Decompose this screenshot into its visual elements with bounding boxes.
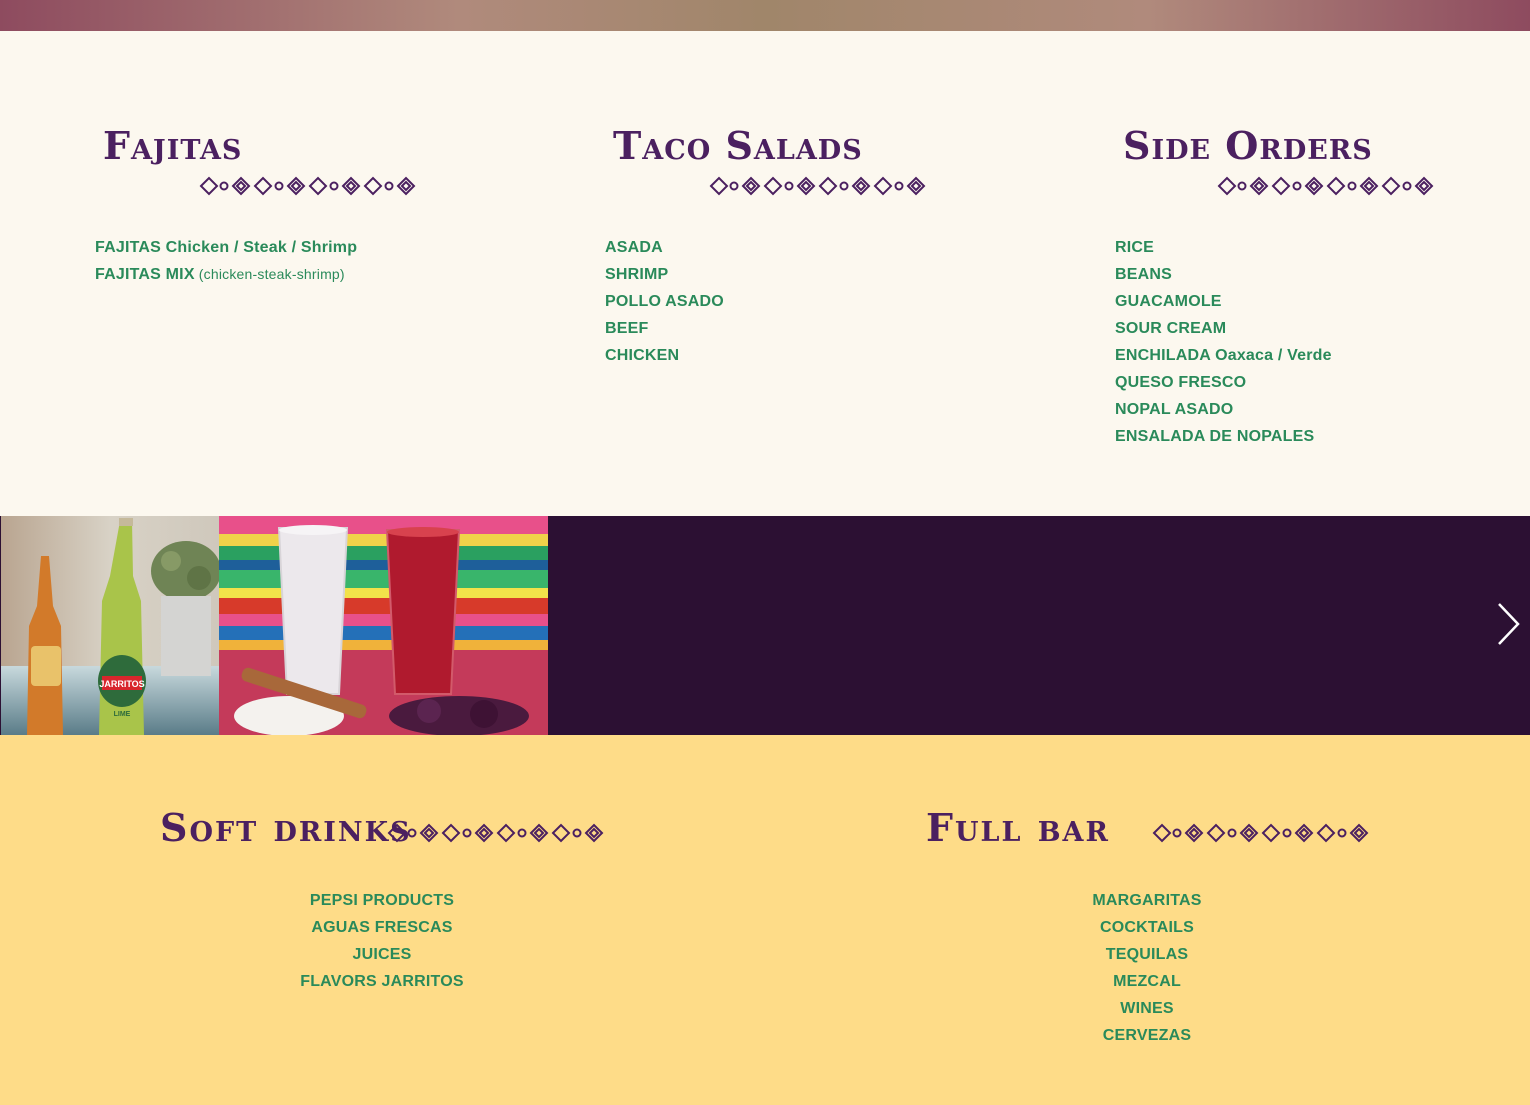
taco-salads-title: Taco Salads — [613, 123, 863, 168]
list-item: ENSALADA DE NOPALES — [1115, 428, 1315, 445]
list-item: ENCHILADA Oaxaca / Verde — [1115, 347, 1332, 364]
list-item: COCKTAILS — [1100, 919, 1194, 936]
list-item: PEPSI PRODUCTS — [309, 892, 455, 909]
list-item: FAJITAS Chicken / Steak / Shrimp — [95, 239, 358, 256]
chevron-right-icon[interactable] — [1496, 602, 1522, 646]
list-item: JUICES — [352, 946, 412, 963]
menu-section: Fajitas FAJITAS Chicken / Steak / Shrimp… — [0, 31, 1530, 516]
taco-salads-list: ASADA SHRIMP POLLO ASADO BEEF CHICKEN — [605, 234, 724, 369]
list-item: GUACAMOLE — [1115, 293, 1222, 310]
diamond-ornament-icon — [387, 823, 604, 843]
lime-label: LIME — [114, 711, 131, 718]
jarritos-photo[interactable]: JARRITOS LIME — [1, 516, 219, 735]
diamond-ornament-icon — [1152, 823, 1369, 843]
aguas-frescas-photo[interactable] — [219, 516, 548, 735]
list-item: QUESO FRESCO — [1115, 374, 1247, 391]
list-item: FAJITAS MIX (chicken-steak-shrimp) — [95, 266, 345, 283]
soft-drinks-list: PEPSI PRODUCTS AGUAS FRESCAS JUICES FLAV… — [282, 887, 482, 995]
list-item: BEANS — [1115, 266, 1173, 283]
list-item: TEQUILAS — [1105, 946, 1189, 963]
diamond-ornament-icon — [199, 176, 416, 196]
jarritos-label: JARRITOS — [99, 679, 144, 689]
photo-gallery: JARRITOS LIME — [0, 516, 1530, 735]
list-item: FLAVORS JARRITOS — [300, 973, 464, 990]
list-item: MEZCAL — [1113, 973, 1181, 990]
top-banner — [0, 0, 1530, 31]
list-item: POLLO ASADO — [605, 293, 724, 310]
side-orders-title: Side Orders — [1123, 123, 1373, 168]
soft-drinks-title: Soft drinks — [160, 805, 412, 850]
list-item: CERVEZAS — [1102, 1027, 1192, 1044]
list-item: SOUR CREAM — [1115, 320, 1227, 337]
full-bar-list: MARGARITAS COCKTAILS TEQUILAS MEZCAL WIN… — [1047, 887, 1247, 1049]
diamond-ornament-icon — [1217, 176, 1434, 196]
diamond-ornament-icon — [709, 176, 926, 196]
list-item: NOPAL ASADO — [1115, 401, 1234, 418]
list-item: CHICKEN — [605, 347, 680, 364]
list-item: RICE — [1115, 239, 1155, 256]
fajitas-list: FAJITAS Chicken / Steak / Shrimp FAJITAS… — [95, 234, 357, 288]
list-item: BEEF — [605, 320, 649, 337]
list-item: WINES — [1120, 1000, 1174, 1017]
list-item: AGUAS FRESCAS — [311, 919, 453, 936]
drinks-section: Soft drinks PEPSI PRODUCTS AGUAS FRESCAS… — [0, 735, 1530, 1105]
full-bar-title: Full bar — [926, 805, 1110, 850]
list-item: ASADA — [605, 239, 663, 256]
list-item: SHRIMP — [605, 266, 669, 283]
fajitas-title: Fajitas — [103, 123, 243, 168]
side-orders-list: RICE BEANS GUACAMOLE SOUR CREAM ENCHILAD… — [1115, 234, 1332, 450]
list-item: MARGARITAS — [1092, 892, 1202, 909]
